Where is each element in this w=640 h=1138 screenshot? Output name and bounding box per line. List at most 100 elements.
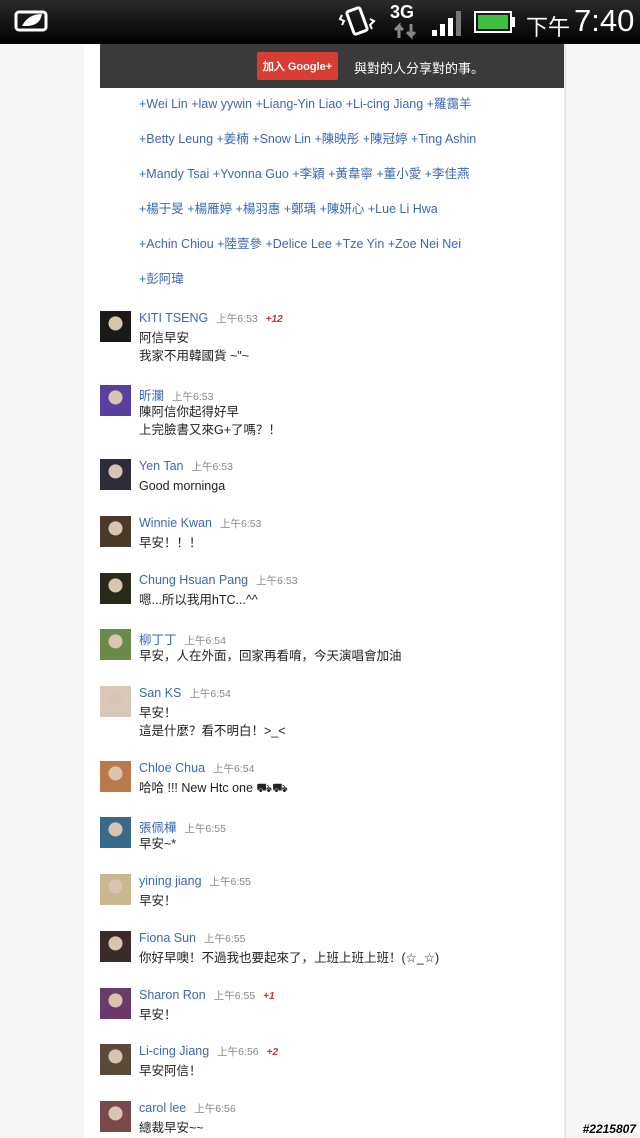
network-indicator: 3G <box>390 2 420 42</box>
comment-text: 早安！！！ <box>139 534 202 552</box>
commenter-name[interactable]: yining jiang <box>139 874 202 888</box>
mention-line[interactable]: +Achin Chiou +陸壹參 +Delice Lee +Tze Yin +… <box>139 236 559 271</box>
avatar[interactable] <box>100 1101 131 1132</box>
avatar[interactable] <box>100 385 131 416</box>
comment-text: 阿信早安 我家不用韓國貨 ~"~ <box>139 329 249 365</box>
commenter-name[interactable]: Winnie Kwan <box>139 516 212 530</box>
comment-time[interactable]: 上午6:56 <box>217 1046 258 1058</box>
comment-text: 你好早噢！不過我也要起來了，上班上班上班！(☆_☆) <box>139 949 439 967</box>
comment-text: Good morninga <box>139 477 225 495</box>
avatar[interactable] <box>100 874 131 905</box>
avatar[interactable] <box>100 459 131 490</box>
comment-header: 柳丁丁 上午6:54 <box>139 629 226 648</box>
plus-one-count: +12 <box>265 314 283 325</box>
commenter-name[interactable]: KITI TSENG <box>139 311 208 325</box>
comment-header: Sharon Ron 上午6:55 +1 <box>139 988 275 1003</box>
page-margin-right <box>565 44 640 1138</box>
comment-line: 這是什麼？看不明白！>_< <box>139 724 286 738</box>
comment-line: 哈哈 !!! New Htc one ⛟⛟ <box>139 781 288 795</box>
comment-line: 陳阿信你起得好早 <box>139 405 240 419</box>
comment-header: Fiona Sun 上午6:55 <box>139 931 245 946</box>
avatar[interactable] <box>100 931 131 962</box>
mention-list: +Wei Lin +law yywin +Liang-Yin Liao +Li-… <box>139 96 559 306</box>
comment-time[interactable]: 上午6:54 <box>185 635 226 647</box>
comment-line: 你好早噢！不過我也要起來了，上班上班上班！(☆_☆) <box>139 951 440 965</box>
avatar[interactable] <box>100 629 131 660</box>
avatar[interactable] <box>100 516 131 547</box>
comment-text: 早安！ 這是什麼？看不明白！>_< <box>139 704 286 740</box>
commenter-name[interactable]: 張佩樺 <box>139 821 177 835</box>
battery-icon <box>474 11 515 33</box>
comment-text: 哈哈 !!! New Htc one ⛟⛟ <box>139 779 288 797</box>
mention-line[interactable]: +Betty Leung +姜楠 +Snow Lin +陳映彤 +陳冠婷 +Ti… <box>139 131 559 166</box>
comment-line: Good morninga <box>139 479 226 493</box>
comment-line: 早安！ <box>139 894 177 908</box>
mention-line[interactable]: +楊于旻 +楊雁婷 +楊羽惠 +鄭瑀 +陳妍心 +Lue Li Hwa <box>139 201 559 236</box>
commenter-name[interactable]: carol lee <box>139 1101 186 1115</box>
commenter-name[interactable]: San KS <box>139 686 181 700</box>
comment-time[interactable]: 上午6:56 <box>194 1103 235 1115</box>
comment-time[interactable]: 上午6:55 <box>204 933 245 945</box>
vibrate-icon <box>338 6 376 36</box>
comment-time[interactable]: 上午6:53 <box>192 461 233 473</box>
google-plus-banner: 加入 Google+ 與對的人分享對的事。 <box>100 44 564 88</box>
comment-time[interactable]: 上午6:53 <box>256 575 297 587</box>
avatar[interactable] <box>100 1044 131 1075</box>
comment-header: Chloe Chua 上午6:54 <box>139 761 254 776</box>
comment-text: 早安！ <box>139 1006 177 1024</box>
comment-text: 嗯...所以我用hTC...^^ <box>139 591 258 609</box>
status-bar: 3G 下午 7:40 <box>0 0 640 44</box>
avatar[interactable] <box>100 988 131 1019</box>
leaf-app-icon[interactable] <box>14 8 50 34</box>
comment-line: 總裁早安~~ <box>139 1121 204 1135</box>
comment-line: 早安~* <box>139 837 177 851</box>
comment-header: San KS 上午6:54 <box>139 686 231 701</box>
comment-header: KITI TSENG 上午6:53 +12 <box>139 311 283 326</box>
comment-time[interactable]: 上午6:53 <box>216 313 257 325</box>
comment-text: 早安，人在外面，回家再看唷，今天演唱會加油 <box>139 647 402 665</box>
comment-time[interactable]: 上午6:55 <box>185 823 226 835</box>
banner-tagline: 與對的人分享對的事。 <box>354 61 485 76</box>
time-period: 下午 <box>526 15 571 40</box>
avatar[interactable] <box>100 573 131 604</box>
comment-time[interactable]: 上午6:54 <box>213 763 254 775</box>
comment-time[interactable]: 上午6:55 <box>210 876 251 888</box>
comment-line: 嗯...所以我用hTC...^^ <box>139 593 258 607</box>
commenter-name[interactable]: 昕瀾 <box>139 389 164 403</box>
network-type: 3G <box>390 2 415 22</box>
mention-line[interactable]: +彭阿瑋 <box>139 271 559 306</box>
watermark: #2215807 <box>582 1122 636 1136</box>
comment-text: 總裁早安~~ <box>139 1119 204 1137</box>
comment-line: 早安阿信！ <box>139 1064 202 1078</box>
comment-text: 陳阿信你起得好早上完臉書又來G+了嗎？！ <box>139 403 281 439</box>
comment-header: Li-cing Jiang 上午6:56 +2 <box>139 1044 278 1059</box>
mention-line[interactable]: +Wei Lin +law yywin +Liang-Yin Liao +Li-… <box>139 96 559 131</box>
avatar[interactable] <box>100 761 131 792</box>
commenter-name[interactable]: Yen Tan <box>139 459 184 473</box>
comment-header: carol lee 上午6:56 <box>139 1101 236 1116</box>
comment-text: 早安阿信！ <box>139 1062 202 1080</box>
mention-line[interactable]: +Mandy Tsai +Yvonna Guo +李穎 +黃韋寧 +董小愛 +李… <box>139 166 559 201</box>
join-google-plus-button[interactable]: 加入 Google+ <box>257 52 338 80</box>
avatar[interactable] <box>100 311 131 342</box>
commenter-name[interactable]: 柳丁丁 <box>139 633 177 647</box>
comment-time[interactable]: 上午6:55 <box>214 990 255 1002</box>
avatar[interactable] <box>100 686 131 717</box>
comment-time[interactable]: 上午6:54 <box>189 688 230 700</box>
avatar[interactable] <box>100 817 131 848</box>
commenter-name[interactable]: Chung Hsuan Pang <box>139 573 248 587</box>
comment-line: 我家不用韓國貨 ~"~ <box>139 349 250 363</box>
commenter-name[interactable]: Sharon Ron <box>139 988 206 1002</box>
comment-header: Winnie Kwan 上午6:53 <box>139 516 261 531</box>
plus-one-count: +2 <box>266 1047 279 1058</box>
clock: 7:40 <box>574 3 635 38</box>
commenter-name[interactable]: Chloe Chua <box>139 761 205 775</box>
comment-time[interactable]: 上午6:53 <box>220 518 261 530</box>
comment-line: 上完臉書又來G+了嗎？！ <box>139 423 282 437</box>
comment-header: Chung Hsuan Pang 上午6:53 <box>139 573 298 588</box>
page-margin-left <box>0 44 84 1138</box>
comment-time[interactable]: 上午6:53 <box>172 391 213 403</box>
commenter-name[interactable]: Li-cing Jiang <box>139 1044 209 1058</box>
commenter-name[interactable]: Fiona Sun <box>139 931 196 945</box>
comment-header: yining jiang 上午6:55 <box>139 874 251 889</box>
